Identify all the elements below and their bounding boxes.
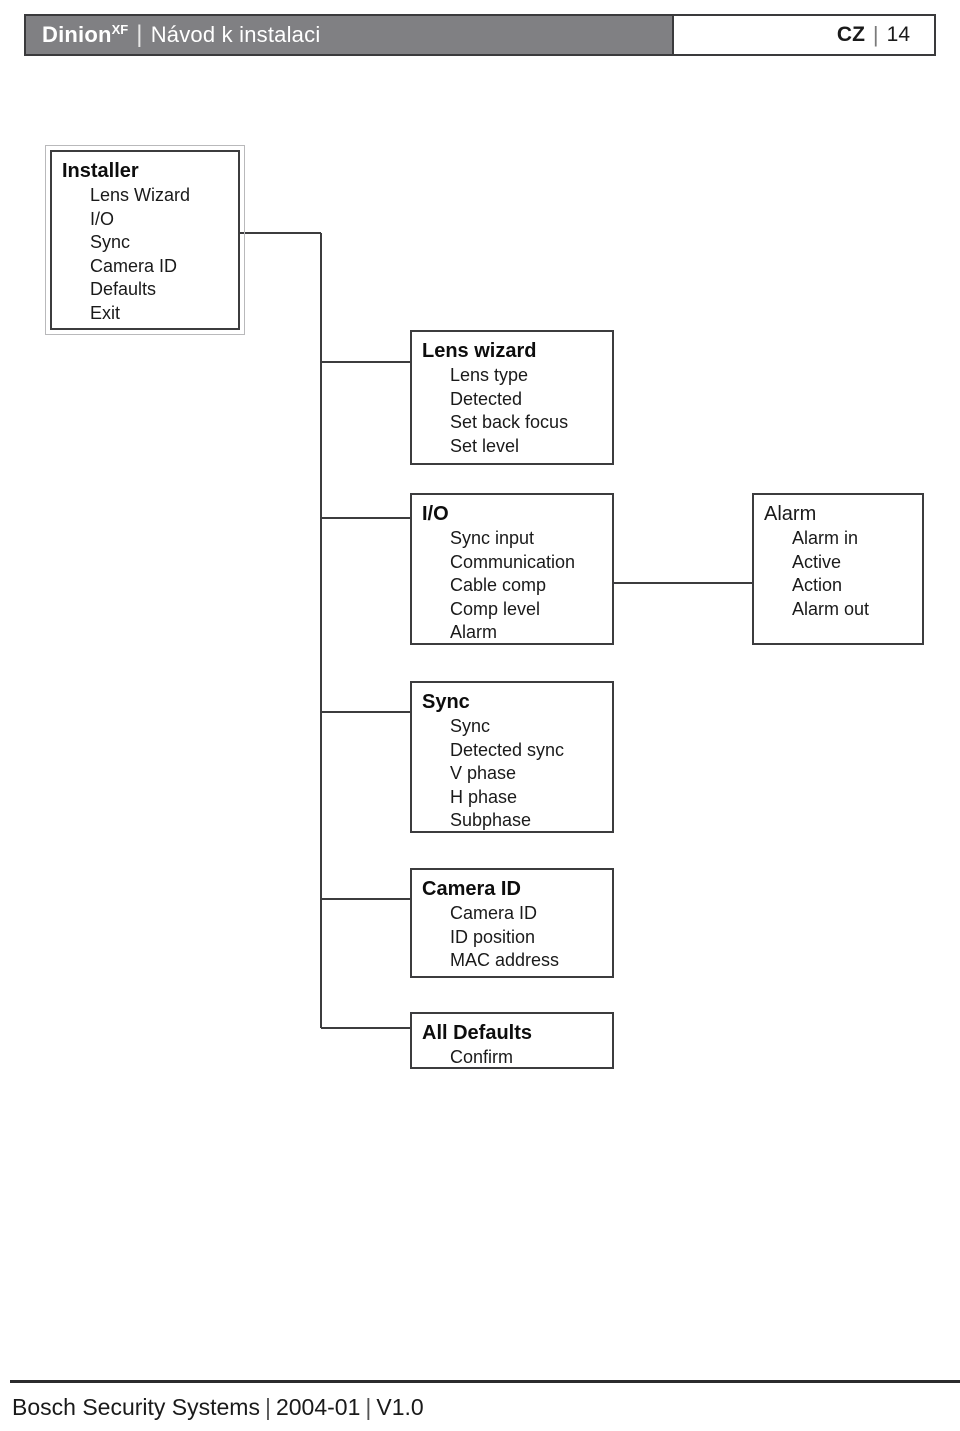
menu-item-io[interactable]: I/O: [90, 208, 228, 232]
menu-item-sync-input[interactable]: Sync input: [450, 527, 602, 551]
menu-box-all-defaults[interactable]: All Defaults Confirm: [410, 1012, 614, 1069]
menu-item-confirm[interactable]: Confirm: [450, 1046, 602, 1070]
menu-box-alarm[interactable]: Alarm Alarm in Active Action Alarm out: [752, 493, 924, 645]
menu-item-action[interactable]: Action: [792, 574, 912, 598]
menu-item-sync[interactable]: Sync: [450, 715, 602, 739]
page-header: Dinion XF | Návod k instalaci CZ | 14: [24, 14, 936, 56]
menu-box-title: Sync: [422, 691, 470, 713]
menu-item-cable-comp[interactable]: Cable comp: [450, 574, 602, 598]
menu-item-id-position[interactable]: ID position: [450, 926, 602, 950]
menu-item-exit[interactable]: Exit: [90, 302, 228, 326]
page-title: Dinion XF | Návod k instalaci: [42, 21, 320, 49]
menu-box-camera-id[interactable]: Camera ID Camera ID ID position MAC addr…: [410, 868, 614, 978]
menu-box-title: Camera ID: [422, 878, 521, 900]
menu-box-title: All Defaults: [422, 1022, 533, 1044]
menu-box-title: Alarm: [764, 503, 817, 525]
menu-item-camera-id[interactable]: Camera ID: [450, 902, 602, 926]
menu-item-detected[interactable]: Detected: [450, 388, 602, 412]
menu-item-h-phase[interactable]: H phase: [450, 786, 602, 810]
menu-item-mac-address[interactable]: MAC address: [450, 949, 602, 973]
page-number: 14: [886, 23, 910, 46]
page-subtitle: Návod k instalaci: [150, 22, 321, 47]
menu-item-active[interactable]: Active: [792, 551, 912, 575]
menu-item-lens-type[interactable]: Lens type: [450, 364, 602, 388]
menu-box-lens-wizard[interactable]: Lens wizard Lens type Detected Set back …: [410, 330, 614, 465]
menu-item-communication[interactable]: Communication: [450, 551, 602, 575]
menu-item-set-level[interactable]: Set level: [450, 435, 602, 459]
menu-box-installer[interactable]: Installer Lens Wizard I/O Sync Camera ID…: [45, 145, 245, 335]
menu-item-sync[interactable]: Sync: [90, 231, 228, 255]
page-footer: Bosch Security Systems | 2004-01 | V1.0: [12, 1394, 424, 1421]
brand-superscript: XF: [111, 22, 129, 37]
language-code: CZ: [836, 23, 865, 46]
menu-item-set-back-focus[interactable]: Set back focus: [450, 411, 602, 435]
menu-item-v-phase[interactable]: V phase: [450, 762, 602, 786]
menu-item-alarm[interactable]: Alarm: [450, 621, 602, 645]
menu-item-detected-sync[interactable]: Detected sync: [450, 739, 602, 763]
menu-item-subphase[interactable]: Subphase: [450, 809, 602, 833]
menu-item-camera-id[interactable]: Camera ID: [90, 255, 228, 279]
footer-company: Bosch Security Systems: [12, 1394, 260, 1420]
brand-name: Dinion: [42, 22, 112, 47]
header-title-bar: Dinion XF | Návod k instalaci: [26, 16, 674, 54]
title-separator: |: [136, 21, 143, 48]
page-indicator-separator: |: [872, 22, 879, 47]
menu-box-title: Lens wizard: [422, 340, 537, 362]
footer-date: 2004-01: [275, 1394, 361, 1420]
header-page-indicator: CZ | 14: [674, 16, 934, 54]
menu-item-alarm-out[interactable]: Alarm out: [792, 598, 912, 622]
footer-divider: [10, 1380, 960, 1383]
footer-separator-1: |: [264, 1394, 271, 1420]
menu-box-title: Installer: [62, 160, 139, 182]
menu-box-title: I/O: [422, 503, 449, 525]
menu-item-alarm-in[interactable]: Alarm in: [792, 527, 912, 551]
menu-item-defaults[interactable]: Defaults: [90, 278, 228, 302]
menu-box-sync[interactable]: Sync Sync Detected sync V phase H phase …: [410, 681, 614, 833]
menu-box-io[interactable]: I/O Sync input Communication Cable comp …: [410, 493, 614, 645]
footer-separator-2: |: [365, 1394, 372, 1420]
footer-version: V1.0: [376, 1394, 424, 1420]
menu-item-comp-level[interactable]: Comp level: [450, 598, 602, 622]
menu-item-lens-wizard[interactable]: Lens Wizard: [90, 184, 228, 208]
